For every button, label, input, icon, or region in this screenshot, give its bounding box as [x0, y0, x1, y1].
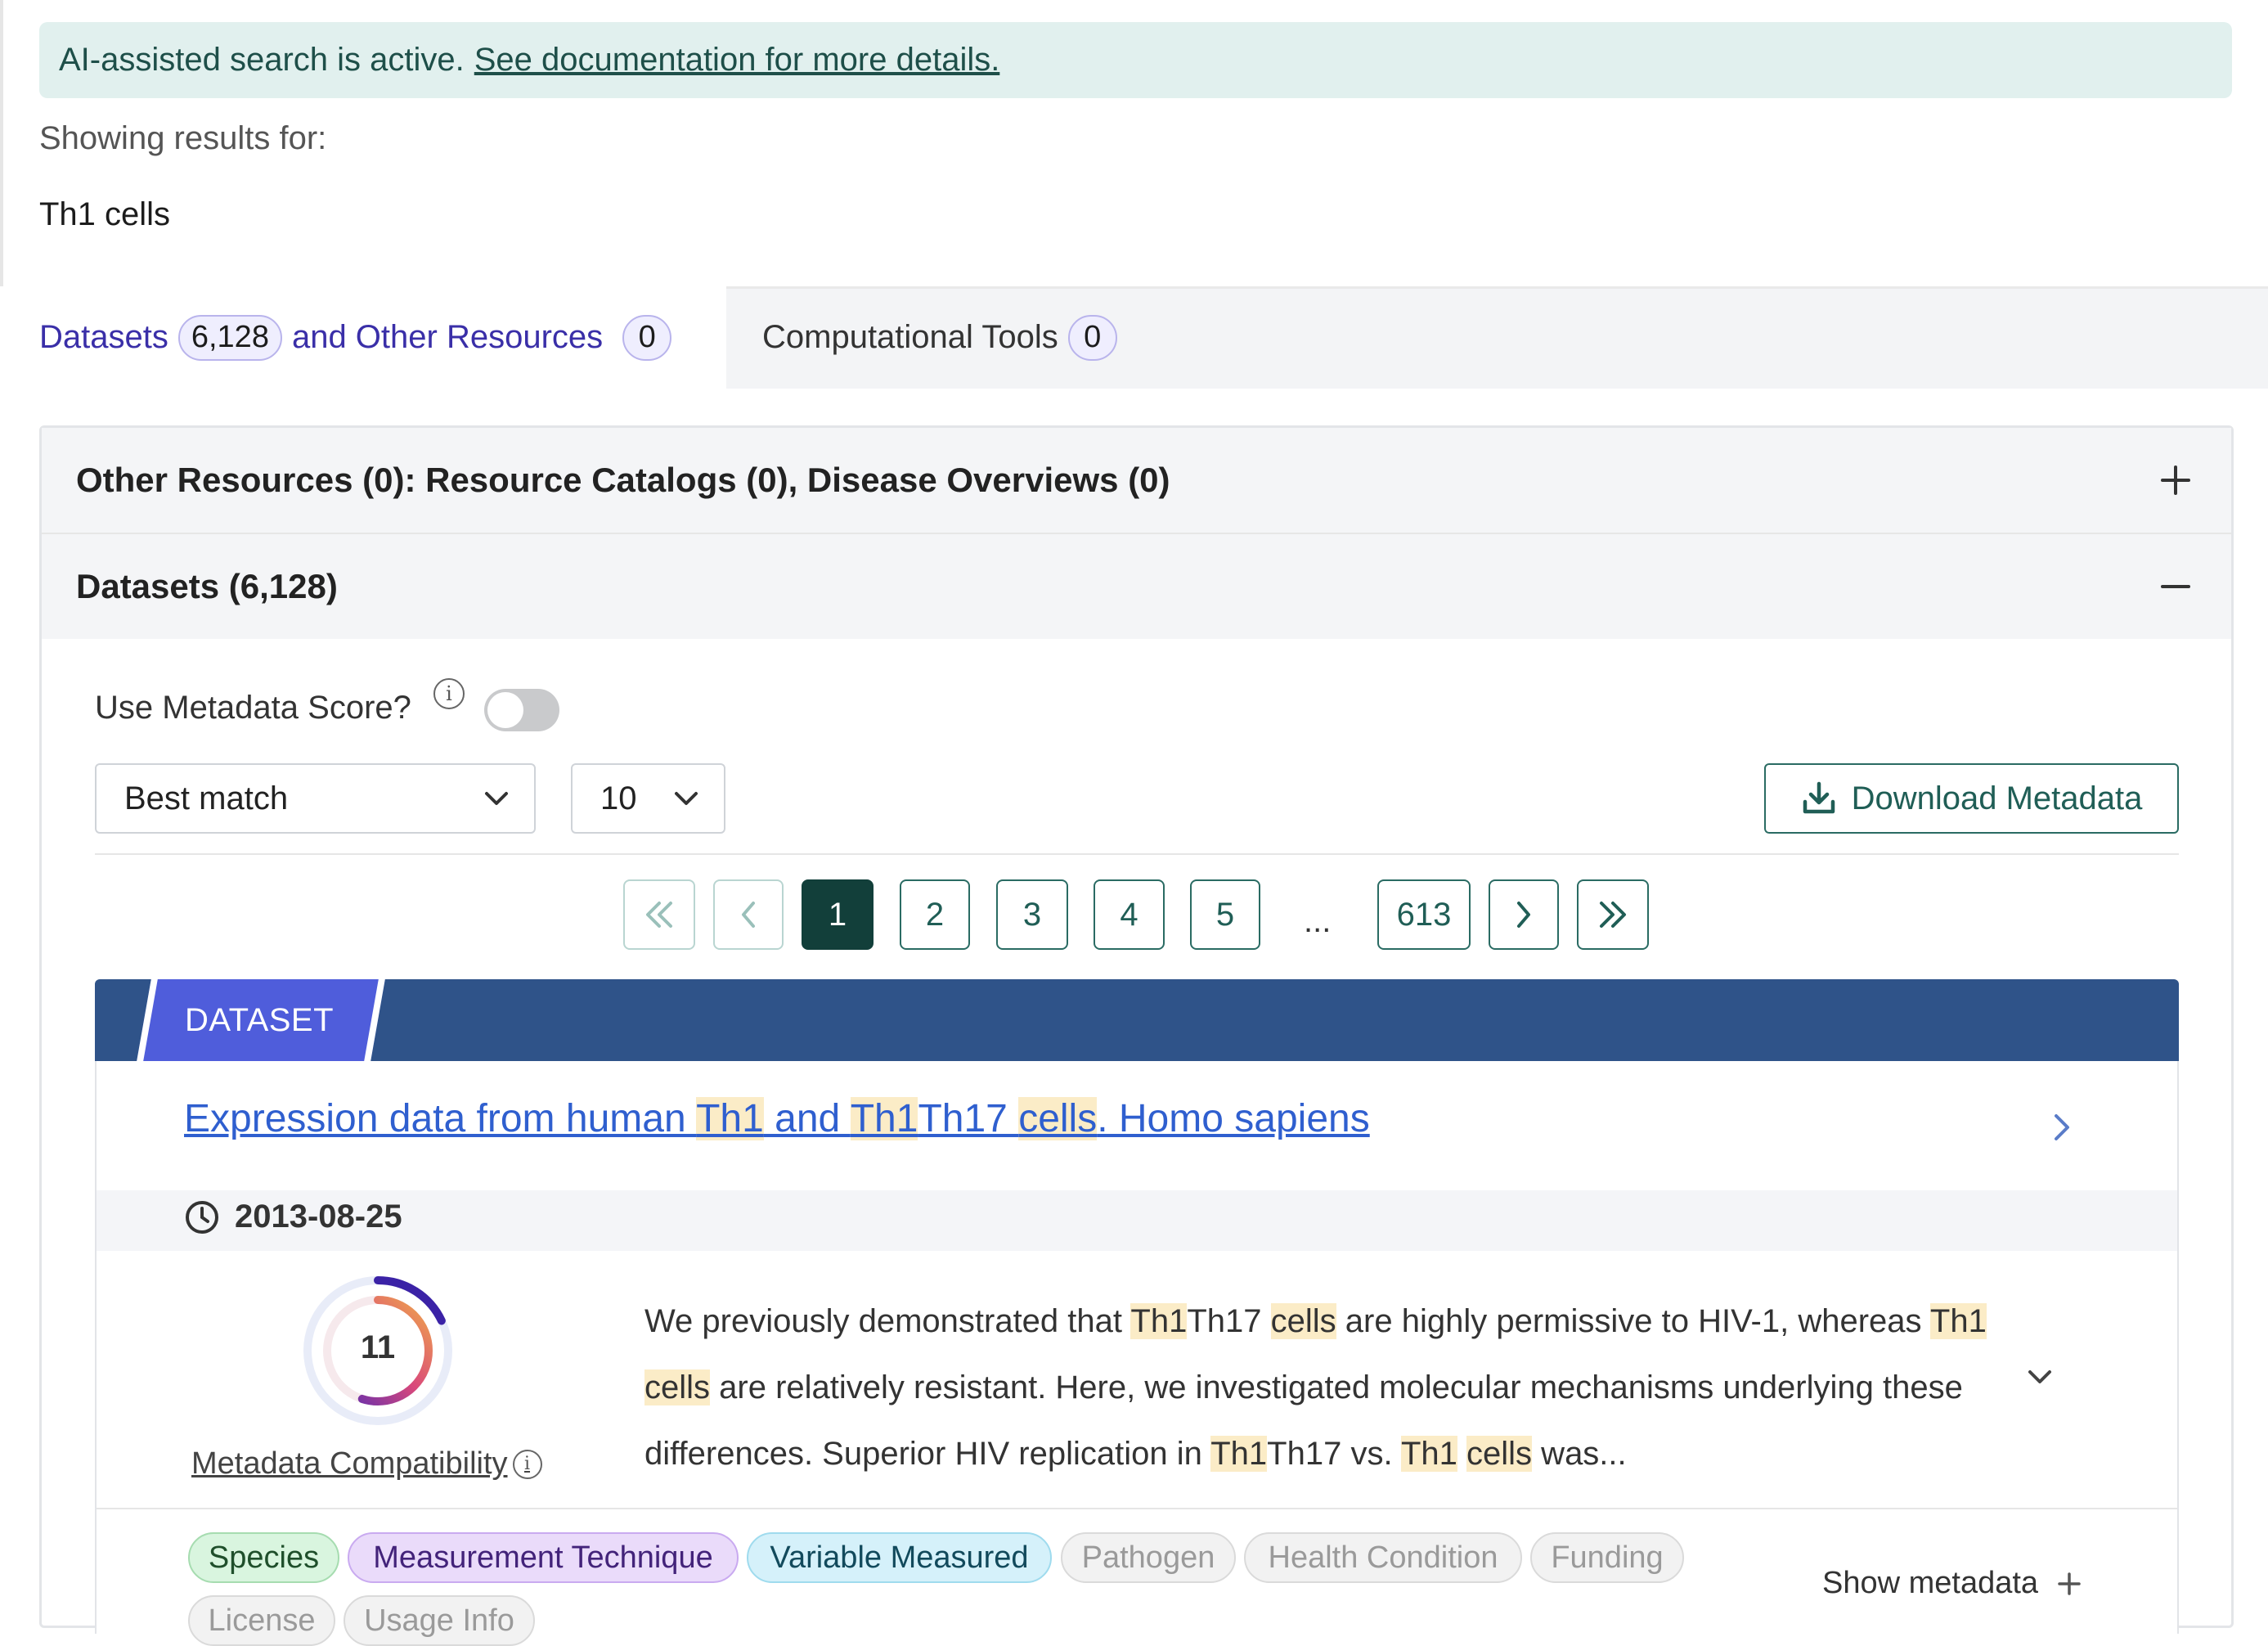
info-icon[interactable]: i — [433, 678, 465, 709]
compat-label-text: Metadata Compatibility — [191, 1446, 508, 1481]
chip-variable-measured: Variable Measured — [747, 1532, 1052, 1583]
title-highlight: Th1 — [696, 1097, 764, 1140]
title-part: Expression data from human — [184, 1097, 697, 1140]
chip-measurement-technique: Measurement Technique — [348, 1532, 739, 1583]
desc-text: are highly permissive to HIV-1, whereas — [1336, 1303, 1930, 1339]
metadata-score-label: Use Metadata Score? — [95, 690, 411, 726]
desc-text: Th17 vs. — [1267, 1436, 1401, 1472]
double-chevron-left-icon — [646, 902, 672, 928]
banner-text: AI-assisted search is active. — [59, 42, 465, 78]
page-4-button[interactable]: 4 — [1094, 879, 1165, 950]
page-size-select[interactable]: 10 — [571, 763, 725, 834]
chevron-down-icon — [485, 792, 508, 805]
type-tag-label: DATASET — [185, 1001, 335, 1038]
chip-species: Species — [188, 1532, 339, 1583]
double-chevron-right-icon — [1600, 902, 1626, 928]
tools-count-badge: 0 — [1067, 314, 1117, 361]
last-page-button[interactable] — [1577, 879, 1649, 950]
date-row — [97, 1190, 2177, 1251]
plus-icon — [2058, 1572, 2081, 1595]
sort-select-value: Best match — [124, 780, 289, 816]
chevron-right-icon — [1517, 902, 1530, 928]
metadata-score-toggle[interactable] — [484, 689, 559, 731]
chip-health-condition: Health Condition — [1244, 1532, 1522, 1583]
next-page-button[interactable] — [1489, 879, 1559, 950]
first-page-button[interactable] — [623, 879, 695, 950]
pagination-ellipsis: ... — [1304, 903, 1332, 939]
result-type-bar: DATASET — [95, 979, 2179, 1061]
accordion-other-resources[interactable]: Other Resources (0): Resource Catalogs (… — [42, 428, 2231, 533]
results-label: Showing results for: — [39, 120, 327, 156]
tab-tools-label: Computational Tools — [762, 319, 1058, 355]
search-query: Th1 cells — [39, 196, 171, 232]
desc-highlight: Th1 — [1210, 1436, 1268, 1472]
clock-icon — [186, 1200, 218, 1234]
chip-pathogen: Pathogen — [1061, 1532, 1236, 1583]
accordion-other-title: Other Resources (0): Resource Catalogs (… — [76, 461, 1170, 499]
minus-icon[interactable] — [2153, 564, 2198, 609]
sort-select[interactable]: Best match — [95, 763, 536, 834]
result-description: We previously demonstrated that Th1Th17 … — [644, 1288, 2019, 1487]
desc-text: was... — [1532, 1436, 1627, 1472]
info-icon[interactable]: i — [512, 1449, 542, 1479]
ai-search-banner: AI-assisted search is active. See docume… — [39, 22, 2232, 98]
metadata-compatibility-label[interactable]: Metadata Compatibility i — [191, 1446, 542, 1482]
desc-highlight: cells — [1466, 1436, 1533, 1472]
tab-computational-tools[interactable]: Computational Tools 0 — [726, 286, 1127, 389]
result-date: 2013-08-25 — [184, 1199, 402, 1235]
title-part: . Homo sapiens — [1097, 1097, 1370, 1140]
desc-text: We previously demonstrated that — [644, 1303, 1131, 1339]
compatibility-score: 11 — [360, 1329, 396, 1365]
plus-icon[interactable] — [2153, 457, 2198, 503]
title-highlight: cells — [1018, 1097, 1098, 1140]
prev-page-button[interactable] — [713, 879, 784, 950]
tab-other-label: and Other Resources — [291, 319, 604, 355]
chip-license: License — [188, 1595, 335, 1646]
divider — [95, 853, 2179, 855]
divider — [97, 1508, 2177, 1509]
desc-highlight: cells — [644, 1369, 711, 1405]
page-last-button[interactable]: 613 — [1377, 879, 1471, 950]
datasets-count-badge: 6,128 — [177, 314, 282, 361]
page-5-button[interactable]: 5 — [1190, 879, 1260, 950]
desc-text: Th17 — [1187, 1303, 1271, 1339]
desc-highlight: Th1 — [1929, 1303, 1987, 1339]
chevron-left-icon — [742, 902, 755, 928]
expand-chevron-down-icon[interactable] — [2025, 1368, 2055, 1387]
download-metadata-button[interactable]: Download Metadata — [1764, 763, 2179, 834]
desc-highlight: Th1 — [1130, 1303, 1188, 1339]
chevron-down-icon — [675, 792, 698, 805]
show-metadata-button[interactable]: Show metadata — [1822, 1566, 2082, 1601]
download-icon — [1803, 781, 1835, 814]
page-3-button[interactable]: 3 — [996, 879, 1068, 950]
desc-highlight: cells — [1270, 1303, 1336, 1339]
accordion-datasets[interactable]: Datasets (6,128) — [42, 534, 2231, 639]
tab-datasets[interactable]: Datasets 6,128 and Other Resources 0 — [3, 286, 726, 389]
chip-funding: Funding — [1530, 1532, 1684, 1583]
download-label: Download Metadata — [1851, 780, 2143, 816]
documentation-link[interactable]: See documentation for more details. — [474, 42, 1000, 79]
page-2-button[interactable]: 2 — [900, 879, 970, 950]
title-highlight: Th1 — [850, 1097, 918, 1140]
accordion-datasets-title: Datasets (6,128) — [76, 567, 338, 605]
other-count-badge: 0 — [622, 314, 672, 361]
title-part: and — [763, 1097, 851, 1140]
chevron-right-icon[interactable] — [2050, 1111, 2074, 1144]
result-title-link[interactable]: Expression data from human Th1 and Th1Th… — [184, 1096, 1370, 1141]
show-metadata-label: Show metadata — [1822, 1566, 2039, 1600]
desc-text — [1457, 1436, 1466, 1472]
page-1-button[interactable]: 1 — [802, 879, 874, 950]
desc-highlight: Th1 — [1400, 1436, 1457, 1472]
tab-datasets-label: Datasets — [39, 319, 168, 355]
page-size-value: 10 — [600, 780, 637, 816]
title-part: Th17 — [918, 1097, 1019, 1140]
chip-usage-info: Usage Info — [344, 1595, 535, 1646]
date-value: 2013-08-25 — [235, 1199, 402, 1234]
